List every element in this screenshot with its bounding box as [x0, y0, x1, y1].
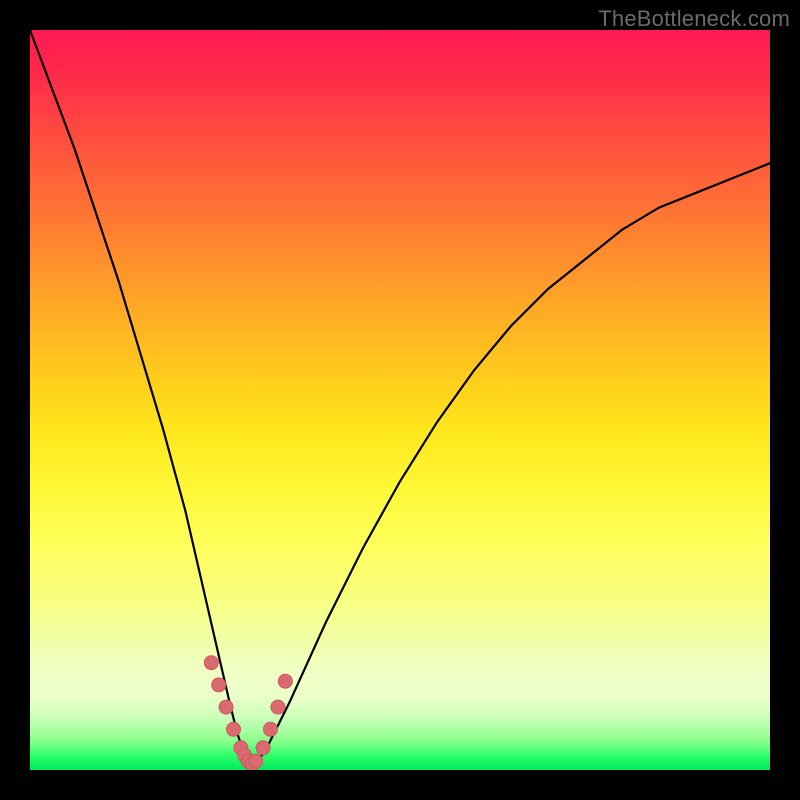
- chart-frame: TheBottleneck.com: [0, 0, 800, 800]
- highlight-dot: [256, 741, 270, 755]
- highlight-dot: [212, 678, 226, 692]
- bottleneck-curve: [30, 30, 770, 770]
- plot-area: [30, 30, 770, 770]
- highlight-dots: [204, 656, 292, 770]
- highlight-dot: [271, 700, 285, 714]
- highlight-dot: [227, 722, 241, 736]
- highlight-dot: [219, 700, 233, 714]
- highlight-dot: [204, 656, 218, 670]
- highlight-dot: [264, 722, 278, 736]
- highlight-dot: [249, 754, 263, 768]
- curve-layer: [30, 30, 770, 770]
- highlight-dot: [278, 674, 292, 688]
- watermark-text: TheBottleneck.com: [598, 6, 790, 32]
